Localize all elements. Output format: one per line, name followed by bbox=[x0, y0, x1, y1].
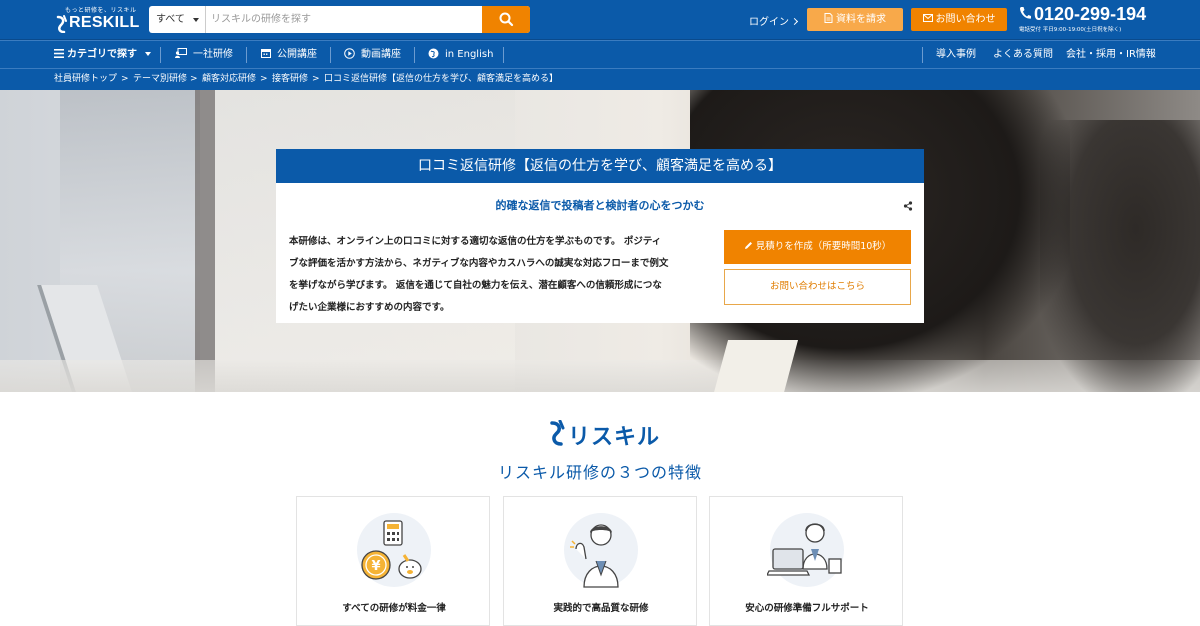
nav-item-english[interactable]: in English bbox=[428, 41, 493, 69]
phone-hours: 電話受付 平日9:00-19:00(土日祝を除く) bbox=[1019, 27, 1122, 33]
contact-button[interactable]: お問い合わせ bbox=[911, 8, 1007, 31]
create-quote-label: 見積りを作成（所要時間10秒） bbox=[755, 241, 892, 252]
share-icon[interactable] bbox=[903, 201, 913, 211]
nav-item-public[interactable]: 公開講座 bbox=[261, 41, 317, 69]
globe-icon bbox=[428, 48, 439, 58]
support-operator-icon bbox=[767, 523, 842, 576]
search-input[interactable] bbox=[207, 6, 482, 33]
create-quote-button[interactable]: 見積りを作成（所要時間10秒） bbox=[724, 230, 911, 264]
nav-item-label: in English bbox=[445, 49, 494, 60]
feature-label: 実践的で高品質な研修 bbox=[553, 603, 649, 614]
calculator-coin-icon: ¥ bbox=[361, 520, 422, 580]
course-description-line: を挙げながら学びます。 返信を通じて自社の魅力を伝え、潜在顧客への信頼形成につな bbox=[289, 280, 662, 291]
search-category-select[interactable]: すべて bbox=[149, 6, 206, 33]
logo-mark-icon bbox=[56, 15, 67, 33]
course-description-line: 本研修は、オンライン上の口コミに対する適切な返信の仕方を学ぶものです。 ポジティ bbox=[289, 236, 662, 247]
contact-label: お問い合わせ bbox=[935, 14, 996, 25]
course-summary-card: 口コミ返信研修【返信の仕方を学び、顧客満足を高める】 的確な返信で投稿者と検討者… bbox=[276, 149, 924, 323]
nav-link-faq[interactable]: よくある質問 bbox=[993, 41, 1053, 69]
reskill-logo[interactable]: もっと研修を、リスキル RESKILL bbox=[55, 5, 140, 35]
chevron-down-icon bbox=[145, 52, 151, 56]
search-button[interactable] bbox=[482, 6, 530, 33]
nav-item-video[interactable]: 動画講座 bbox=[344, 41, 401, 69]
nav-category-label: カテゴリで探す bbox=[67, 49, 137, 60]
nav-divider bbox=[414, 47, 415, 63]
nav-divider bbox=[922, 47, 923, 63]
breadcrumb-item[interactable]: 接客研修 bbox=[272, 69, 308, 90]
course-subtitle: 的確な返信で投稿者と検討者の心をつかむ bbox=[495, 199, 705, 212]
feature-card: 実践的で高品質な研修 bbox=[503, 496, 697, 626]
nav-divider bbox=[246, 47, 247, 63]
logo-text: RESKILL bbox=[69, 14, 140, 31]
request-document-button[interactable]: 資料を請求 bbox=[807, 8, 903, 31]
search-category-value: すべて bbox=[156, 14, 185, 25]
logo-tagline: もっと研修を、リスキル bbox=[65, 7, 137, 14]
nav-divider bbox=[503, 47, 504, 63]
breadcrumb-item[interactable]: 顧客対応研修 bbox=[202, 69, 256, 90]
main-nav: カテゴリで探す 一社研修 公開講座 動画講座 in English 導入事例 よ… bbox=[0, 40, 1200, 68]
breadcrumb-item[interactable]: 社員研修トップ bbox=[54, 69, 117, 90]
breadcrumb-separator: > bbox=[121, 74, 129, 84]
search-icon bbox=[499, 12, 514, 27]
login-link[interactable]: ログイン bbox=[749, 13, 799, 28]
feature-label: 安心の研修準備フルサポート bbox=[745, 603, 869, 614]
login-label: ログイン bbox=[749, 17, 789, 28]
nav-link-cases[interactable]: 導入事例 bbox=[936, 41, 976, 69]
document-icon bbox=[824, 13, 833, 23]
nav-item-inhouse[interactable]: 一社研修 bbox=[175, 41, 233, 69]
breadcrumb-separator: > bbox=[190, 74, 198, 84]
nav-link-company[interactable]: 会社・採用・IR情報 bbox=[1066, 41, 1156, 69]
mail-icon bbox=[922, 14, 933, 22]
calendar-icon bbox=[261, 49, 271, 58]
training-icon bbox=[175, 48, 187, 58]
nav-category-menu[interactable]: カテゴリで探す bbox=[54, 41, 151, 69]
nav-divider bbox=[160, 47, 161, 63]
course-description-line: ブな評価を活かす方法から、ネガティブな内容やカスハラへの誠実な対応フローまで例文 bbox=[289, 258, 669, 269]
phone-icon bbox=[1020, 7, 1031, 19]
nav-item-label: 動画講座 bbox=[361, 49, 401, 60]
course-description-line: げたい企業様におすすめの内容です。 bbox=[289, 302, 450, 313]
nav-divider bbox=[330, 47, 331, 63]
brand-name: リスキル bbox=[568, 425, 661, 450]
breadcrumb-separator: > bbox=[260, 74, 268, 84]
inquiry-button[interactable]: お問い合わせはこちら bbox=[724, 269, 911, 305]
site-header: もっと研修を、リスキル RESKILL すべて ログイン 資料を請求 bbox=[0, 0, 1200, 40]
feature-card: 安心の研修準備フルサポート bbox=[709, 496, 903, 626]
search-bar: すべて bbox=[149, 6, 530, 33]
logo-mark-icon bbox=[550, 420, 565, 446]
chevron-down-icon bbox=[193, 18, 199, 22]
breadcrumb: 社員研修トップ > テーマ別研修 > 顧客対応研修 > 接客研修 > 口コミ返信… bbox=[0, 68, 1200, 90]
breadcrumb-separator: > bbox=[312, 74, 320, 84]
play-icon bbox=[344, 47, 355, 59]
instructor-icon bbox=[570, 524, 619, 588]
course-description: 本研修は、オンライン上の口コミに対する適切な返信の仕方を学ぶものです。 ポジティ… bbox=[289, 231, 709, 319]
pencil-icon bbox=[744, 242, 752, 249]
breadcrumb-item[interactable]: テーマ別研修 bbox=[133, 69, 187, 90]
features-heading: リスキル研修の３つの特徴 bbox=[497, 463, 702, 482]
nav-item-label: 公開講座 bbox=[277, 49, 317, 60]
course-title: 口コミ返信研修【返信の仕方を学び、顧客満足を高める】 bbox=[276, 149, 924, 183]
phone-number: 0120-299-194 bbox=[1034, 4, 1147, 24]
hamburger-icon bbox=[54, 48, 64, 58]
feature-card: ¥ すべての研修が料金一律 bbox=[296, 496, 490, 626]
nav-item-label: 一社研修 bbox=[193, 49, 233, 60]
svg-text:¥: ¥ bbox=[371, 559, 380, 574]
breadcrumb-current: 口コミ返信研修【返信の仕方を学び、顧客満足を高める】 bbox=[324, 74, 559, 84]
feature-label: すべての研修が料金一律 bbox=[342, 603, 446, 614]
request-document-label: 資料を請求 bbox=[836, 14, 886, 25]
chevron-right-icon bbox=[790, 17, 799, 26]
